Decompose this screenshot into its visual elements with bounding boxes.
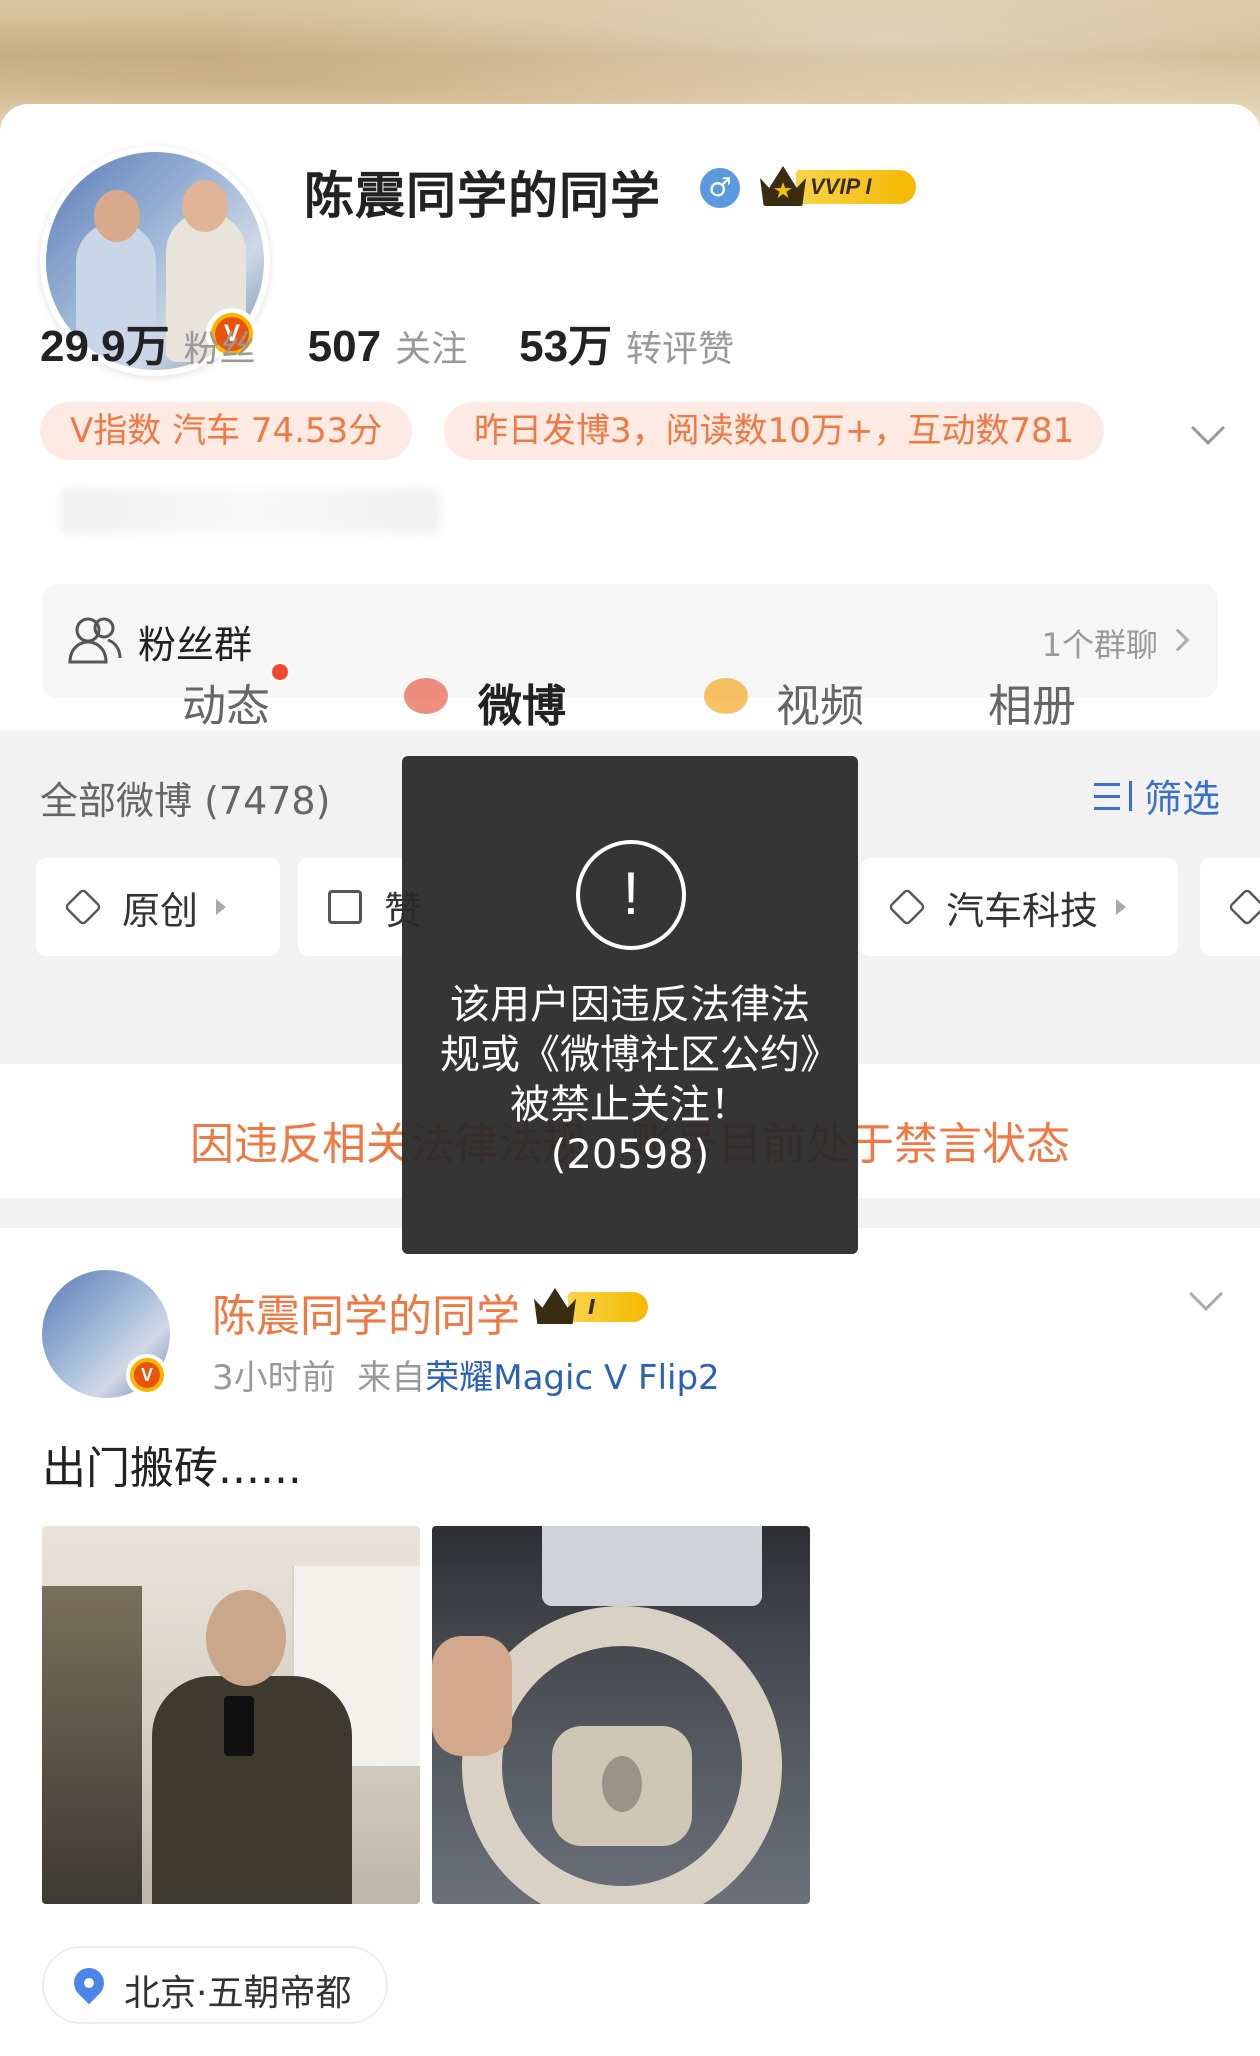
v-index-pill[interactable]: V指数 汽车 74.53分	[40, 402, 413, 460]
filter-button[interactable]: 筛选	[1093, 768, 1220, 823]
followers-label: 粉丝	[183, 329, 256, 370]
male-gender-icon: ♂	[700, 168, 740, 208]
layers-icon	[887, 887, 927, 927]
yesterday-stats-pill[interactable]: 昨日发博3，阅读数10万+，互动数781	[444, 402, 1105, 460]
tab-dongtai[interactable]: 动态	[182, 670, 270, 734]
tab-album[interactable]: 相册	[988, 670, 1076, 734]
post-time: 3小时前	[212, 1358, 336, 1398]
weibo-logo-icon	[404, 678, 448, 714]
profile-name: 陈震同学的同学	[304, 167, 661, 225]
post-author-avatar[interactable]: V	[42, 1270, 170, 1398]
tab-video[interactable]: 视频	[776, 670, 864, 734]
caret-right-icon	[1116, 899, 1127, 915]
post-vip-badge: I	[534, 1286, 652, 1328]
followers-count[interactable]: 29.9万	[40, 310, 170, 374]
unread-dot-icon	[272, 664, 288, 680]
vvip-badge[interactable]: VVIP I	[760, 162, 920, 212]
video-icon	[704, 678, 748, 714]
following-count[interactable]: 507	[308, 322, 381, 372]
thumbs-up-icon	[328, 890, 362, 924]
reposts-label: 转评赞	[626, 329, 735, 370]
verified-badge-icon: V	[126, 1354, 168, 1396]
location-label: 北京·五朝帝都	[124, 1973, 352, 2014]
layers-icon	[63, 887, 103, 927]
caret-right-icon	[216, 899, 227, 915]
post-text: 出门搬砖......	[42, 1443, 302, 1494]
exclamation-icon: !	[576, 840, 686, 950]
post-source-device[interactable]: 荣耀Magic V Flip2	[425, 1358, 719, 1398]
post-vip-label: I	[568, 1292, 648, 1322]
error-toast: ! 该用户因违反法律法规或《微博社区公约》被禁止关注！(20598)	[402, 756, 858, 1254]
blurred-bio	[60, 488, 440, 534]
post-meta: 3小时前 来自荣耀Magic V Flip2	[212, 1350, 720, 1399]
vvip-label: VVIP I	[796, 170, 916, 204]
post-source-prefix: 来自	[357, 1358, 426, 1398]
tab-weibo[interactable]: 微博	[478, 670, 566, 734]
post-author-name[interactable]: 陈震同学的同学	[212, 1280, 520, 1344]
post-image-selfie[interactable]	[42, 1526, 420, 1904]
layers-icon	[1227, 887, 1260, 927]
chip-auto-tech[interactable]: 汽车科技	[860, 858, 1178, 956]
chip-more[interactable]	[1200, 858, 1260, 956]
reposts-count[interactable]: 53万	[519, 310, 612, 374]
filter-sort-icon	[1093, 779, 1134, 813]
chip-original[interactable]: 原创	[36, 858, 280, 956]
location-tag[interactable]: 北京·五朝帝都	[42, 1946, 388, 2024]
location-pin-icon	[67, 1961, 111, 2005]
post-image-steering-wheel[interactable]	[432, 1526, 810, 1904]
expand-chevron-down-icon[interactable]	[1191, 411, 1225, 445]
toast-message: 该用户因违反法律法规或《微博社区公约》被禁止关注！(20598)	[440, 982, 820, 1178]
profile-stats: 29.9万 粉丝 507 关注 53万 转评赞	[40, 310, 786, 374]
all-weibo-count: 全部微博 (7478)	[40, 779, 331, 823]
following-label: 关注	[395, 329, 468, 370]
filter-label: 筛选	[1143, 777, 1220, 821]
